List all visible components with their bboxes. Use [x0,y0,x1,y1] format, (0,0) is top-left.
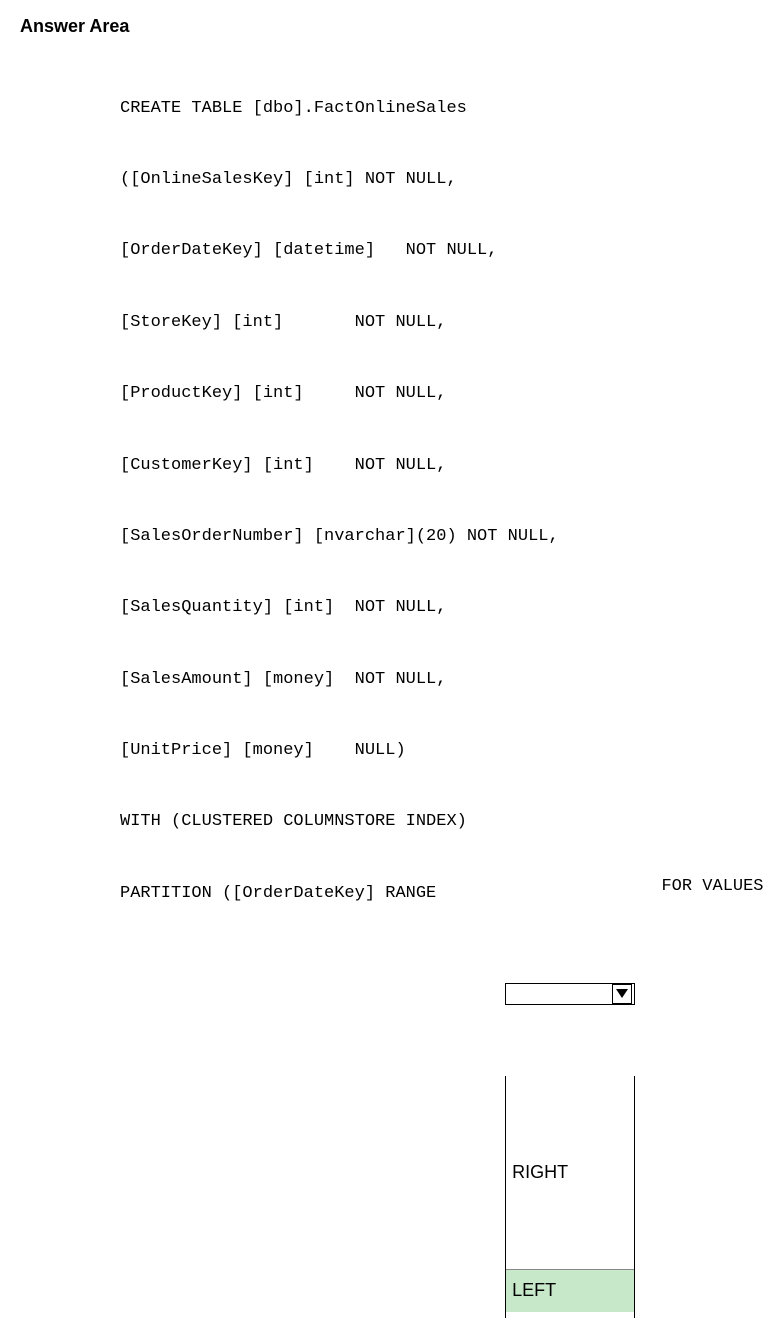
code-line-partition: PARTITION ([OrderDateKey] RANGE [120,876,436,912]
code-line: [SalesAmount] [money] NOT NULL, [120,662,752,698]
answer-area-heading: Answer Area [20,16,752,37]
dropdown-arrow-icon [612,984,632,1004]
code-line: [StoreKey] [int] NOT NULL, [120,305,752,341]
range-direction-dropdown[interactable]: RIGHT LEFT [505,912,635,1318]
code-line: [ProductKey] [int] NOT NULL, [120,376,752,412]
code-line: [SalesOrderNumber] [nvarchar](20) NOT NU… [120,519,752,555]
code-line: [UnitPrice] [money] NULL) [120,733,752,769]
code-line: WITH (CLUSTERED COLUMNSTORE INDEX) [120,804,752,840]
sql-code-block: CREATE TABLE [dbo].FactOnlineSales ([Onl… [120,55,752,1318]
code-line: [CustomerKey] [int] NOT NULL, [120,448,752,484]
code-line: [OrderDateKey] [datetime] NOT NULL, [120,233,752,269]
code-line: CREATE TABLE [dbo].FactOnlineSales [120,91,752,127]
dropdown-option-right[interactable]: RIGHT [506,1152,634,1194]
for-values-text: FOR VALUES [641,876,763,898]
dropdown-option-left[interactable]: LEFT [506,1269,634,1312]
code-line: [SalesQuantity] [int] NOT NULL, [120,590,752,626]
code-line: ([OnlineSalesKey] [int] NOT NULL, [120,162,752,198]
